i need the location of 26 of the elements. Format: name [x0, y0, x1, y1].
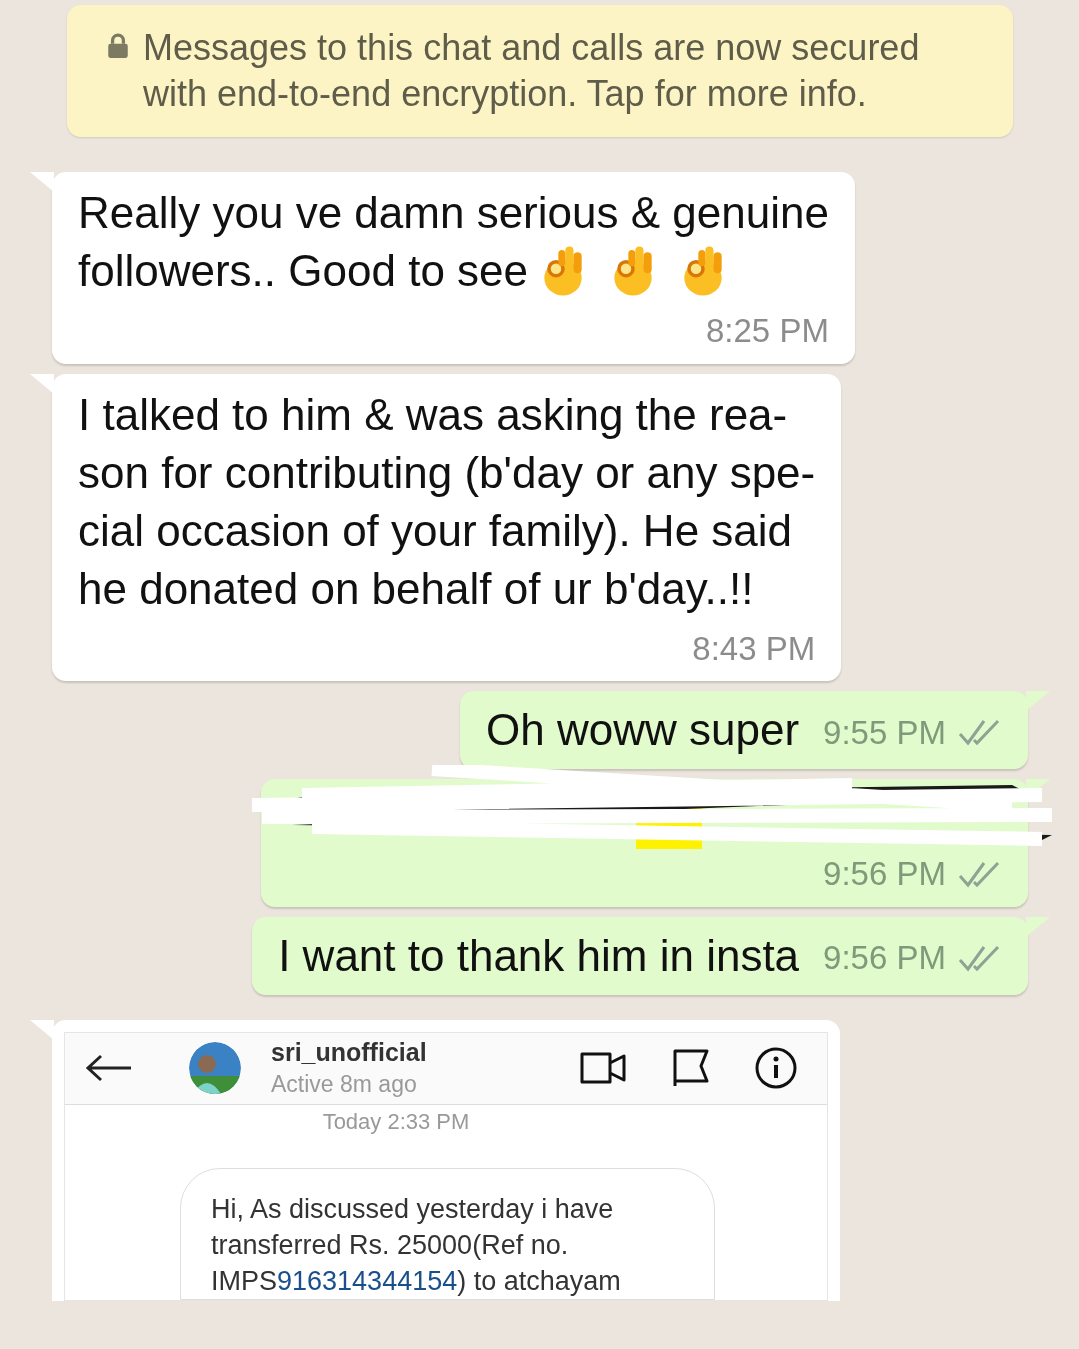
screenshot-message-text: Hi, As discussed yesterday i have transferred Rs. 25000(Ref no. IMPS916314344154) to atchayam	[211, 1192, 622, 1298]
info-icon	[755, 1047, 797, 1089]
back-arrow-icon	[85, 1053, 133, 1083]
video-call-icon	[579, 1050, 627, 1086]
message-time: 8:25 PM	[706, 311, 829, 351]
message-date: Today 2:33 PM	[322, 1107, 470, 1136]
message-line: Oh woww super	[486, 704, 800, 756]
username: sri_unofficial	[271, 1037, 427, 1068]
avatar	[189, 1042, 241, 1094]
message-time: 9:56 PM	[823, 938, 946, 978]
activity-status: Active 8m ago	[271, 1070, 418, 1099]
message-line: son for contributing (b'day or any spe-	[78, 446, 816, 499]
message-line: he donated on behalf of ur b'day..!!	[78, 562, 754, 615]
reference-link[interactable]: 916314344154	[277, 1265, 458, 1296]
encryption-notice[interactable]: Messages to this chat and calls are now secured with end-to-end encryption. Tap for more info.	[67, 5, 1013, 137]
flag-icon	[671, 1048, 711, 1088]
message-line: I want to thank him in insta	[278, 929, 800, 982]
message-line: cial occasion of your family). He said	[78, 504, 793, 557]
message-line: I talked to him & was asking the rea-	[78, 388, 788, 441]
message-line: Really you ve damn serious & genuine	[78, 187, 829, 239]
message-line: followers.. Good to see	[78, 245, 528, 297]
message-time: 9:55 PM	[823, 712, 946, 753]
lock-icon	[107, 33, 129, 59]
encryption-notice-text: Messages to this chat and calls are now secured with end-to-end encryption. Tap for more info.	[143, 26, 921, 116]
message-time: 8:43 PM	[692, 628, 816, 669]
message-time: 9:56 PM	[823, 854, 946, 894]
